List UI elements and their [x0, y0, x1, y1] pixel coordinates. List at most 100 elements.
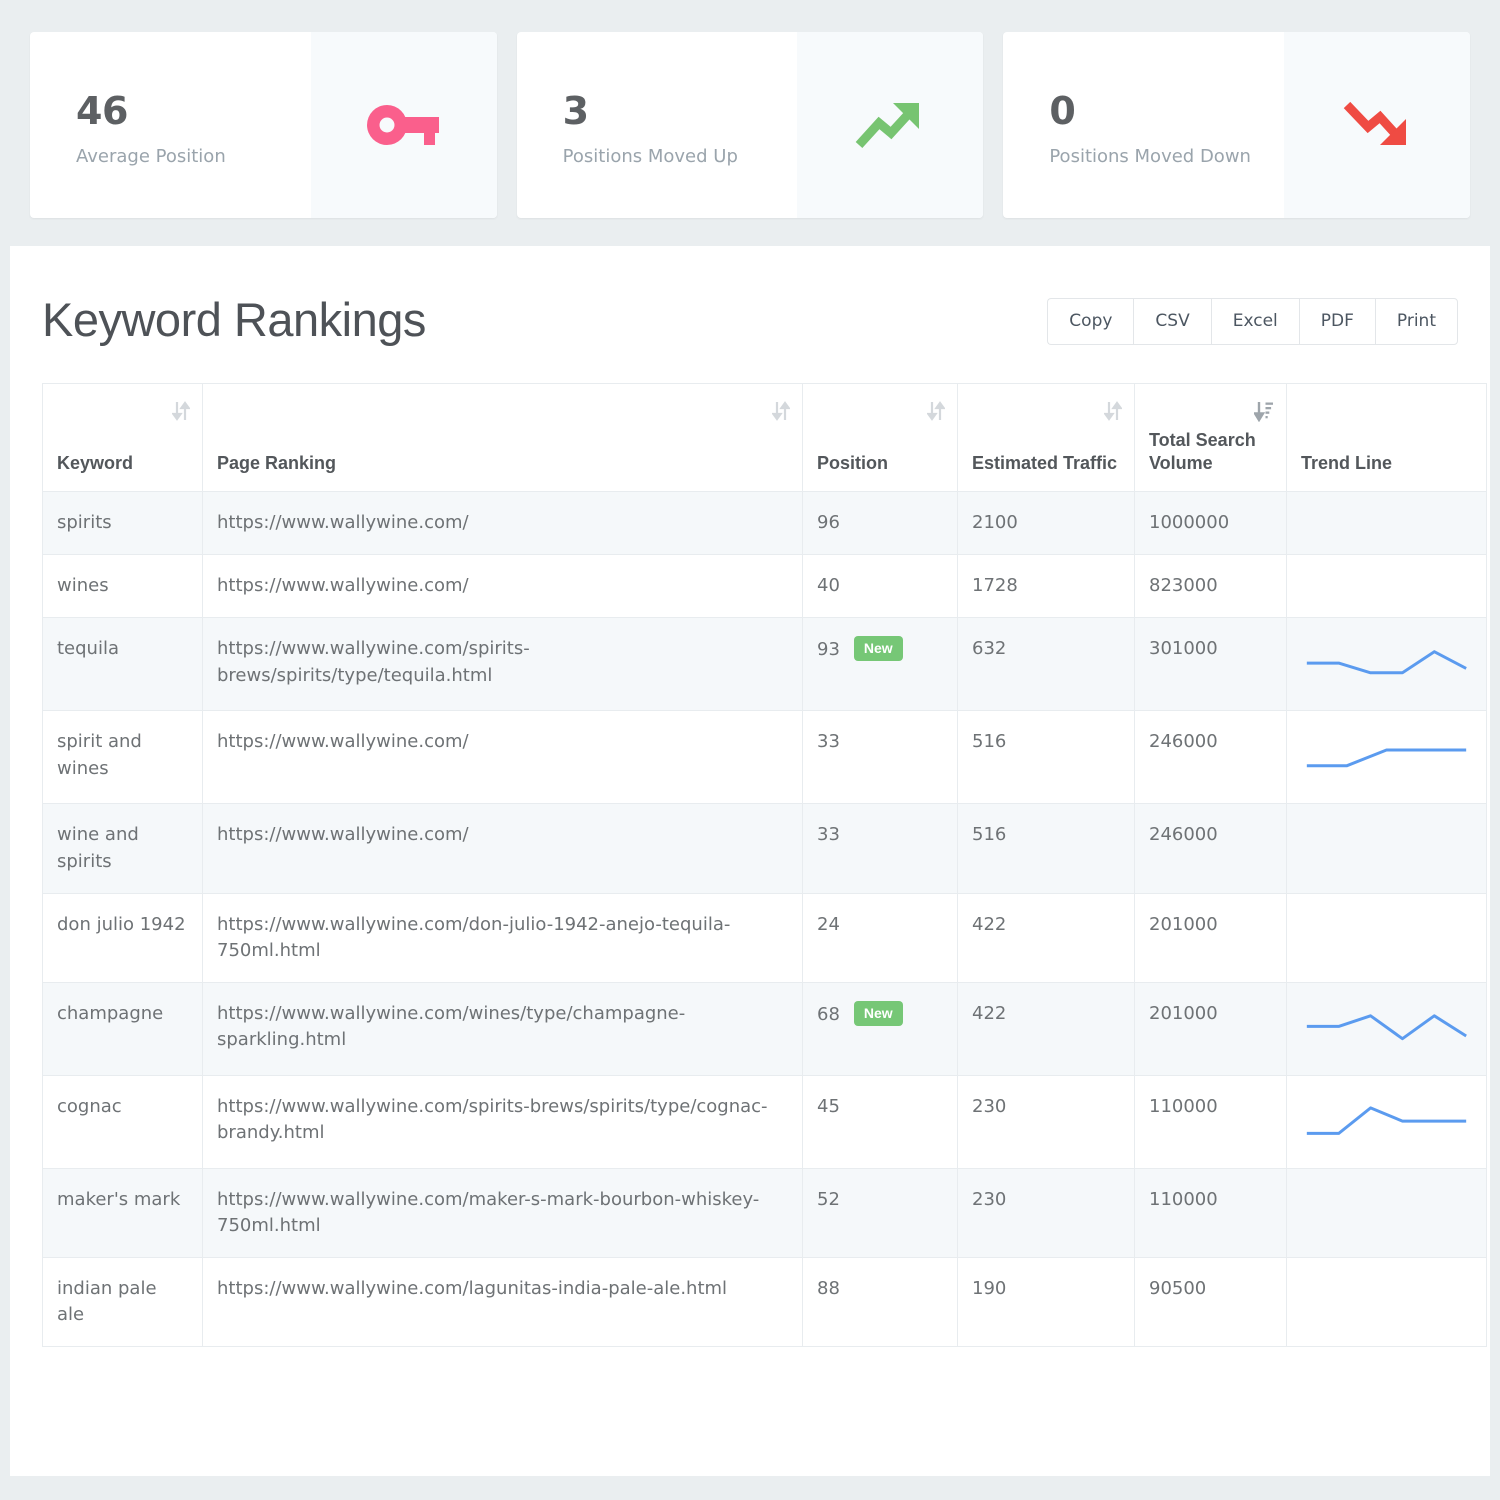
copy-button[interactable]: Copy [1047, 298, 1133, 345]
cell-keyword: maker's mark [43, 1168, 203, 1257]
cell-page-ranking-url: https://www.wallywine.com/ [203, 711, 803, 804]
cell-estimated-traffic: 2100 [958, 492, 1135, 555]
stats-strip: 46 Average Position 3 Positions Moved Up [0, 0, 1500, 246]
cell-keyword: cognac [43, 1075, 203, 1168]
sort-updown-icon[interactable] [1104, 400, 1122, 425]
cell-keyword: spirit and wines [43, 711, 203, 804]
cell-trend-line [1287, 555, 1487, 618]
table-row: maker's markhttps://www.wallywine.com/ma… [43, 1168, 1487, 1257]
stat-card-text: 46 Average Position [30, 32, 311, 218]
cell-keyword: wines [43, 555, 203, 618]
cell-total-search-volume: 246000 [1135, 804, 1287, 893]
status-badge-new: New [854, 1001, 903, 1026]
sort-updown-icon[interactable] [927, 400, 945, 425]
cell-position: 24 [803, 893, 958, 982]
column-header-page-ranking[interactable]: Page Ranking [203, 384, 803, 492]
key-icon [311, 32, 497, 218]
trend-up-icon [797, 32, 983, 218]
cell-total-search-volume: 301000 [1135, 618, 1287, 711]
cell-total-search-volume: 1000000 [1135, 492, 1287, 555]
column-header-trend-line[interactable]: Trend Line [1287, 384, 1487, 492]
stat-card-positions-moved-up: 3 Positions Moved Up [517, 32, 984, 218]
cell-page-ranking-url: https://www.wallywine.com/ [203, 555, 803, 618]
pdf-button[interactable]: PDF [1299, 298, 1375, 345]
cell-trend-line [1287, 492, 1487, 555]
cell-position: 88 [803, 1258, 958, 1347]
cell-page-ranking-url: https://www.wallywine.com/ [203, 492, 803, 555]
keyword-rankings-table: Keyword Page Ranking [42, 383, 1487, 1347]
table-row: cognachttps://www.wallywine.com/spirits-… [43, 1075, 1487, 1168]
stat-label: Average Position [76, 146, 311, 167]
column-header-label: Page Ranking [217, 453, 336, 473]
table-row: wine and spiritshttps://www.wallywine.co… [43, 804, 1487, 893]
cell-position: 96 [803, 492, 958, 555]
cell-position: 40 [803, 555, 958, 618]
cell-position: 52 [803, 1168, 958, 1257]
cell-trend-line [1287, 1258, 1487, 1347]
sort-updown-icon[interactable] [772, 400, 790, 425]
stat-label: Positions Moved Down [1049, 146, 1284, 167]
stat-label: Positions Moved Up [563, 146, 798, 167]
print-button[interactable]: Print [1375, 298, 1458, 345]
page-title: Keyword Rankings [42, 292, 426, 343]
cell-trend-line [1287, 711, 1487, 804]
csv-button[interactable]: CSV [1133, 298, 1210, 345]
status-badge-new: New [854, 636, 903, 661]
cell-trend-line [1287, 982, 1487, 1075]
cell-estimated-traffic: 632 [958, 618, 1135, 711]
cell-trend-line [1287, 618, 1487, 711]
cell-total-search-volume: 823000 [1135, 555, 1287, 618]
cell-keyword: tequila [43, 618, 203, 711]
stat-card-average-position: 46 Average Position [30, 32, 497, 218]
cell-position: 45 [803, 1075, 958, 1168]
stat-card-text: 3 Positions Moved Up [517, 32, 798, 218]
cell-trend-line [1287, 804, 1487, 893]
column-header-keyword[interactable]: Keyword [43, 384, 203, 492]
cell-trend-line [1287, 1075, 1487, 1168]
export-button-group: Copy CSV Excel PDF Print [1047, 298, 1458, 345]
table-row: spiritshttps://www.wallywine.com/9621001… [43, 492, 1487, 555]
cell-estimated-traffic: 1728 [958, 555, 1135, 618]
cell-page-ranking-url: https://www.wallywine.com/maker-s-mark-b… [203, 1168, 803, 1257]
cell-keyword: spirits [43, 492, 203, 555]
cell-page-ranking-url: https://www.wallywine.com/lagunitas-indi… [203, 1258, 803, 1347]
table-row: indian pale alehttps://www.wallywine.com… [43, 1258, 1487, 1347]
cell-keyword: champagne [43, 982, 203, 1075]
column-header-label: Keyword [57, 453, 133, 473]
cell-total-search-volume: 201000 [1135, 982, 1287, 1075]
cell-trend-line [1287, 1168, 1487, 1257]
cell-page-ranking-url: https://www.wallywine.com/ [203, 804, 803, 893]
cell-total-search-volume: 90500 [1135, 1258, 1287, 1347]
table-row: don julio 1942https://www.wallywine.com/… [43, 893, 1487, 982]
cell-position: 93New [803, 618, 958, 711]
column-header-label: Position [817, 453, 888, 473]
stat-value: 3 [563, 92, 798, 132]
stat-value: 46 [76, 92, 311, 132]
cell-position: 33 [803, 804, 958, 893]
cell-page-ranking-url: https://www.wallywine.com/spirits-brews/… [203, 1075, 803, 1168]
cell-estimated-traffic: 516 [958, 804, 1135, 893]
cell-page-ranking-url: https://www.wallywine.com/spirits-brews/… [203, 618, 803, 711]
column-header-total-search-volume[interactable]: Total Search Volume [1135, 384, 1287, 492]
cell-estimated-traffic: 422 [958, 893, 1135, 982]
cell-total-search-volume: 201000 [1135, 893, 1287, 982]
cell-trend-line [1287, 893, 1487, 982]
column-header-label: Total Search Volume [1149, 430, 1256, 473]
cell-estimated-traffic: 230 [958, 1168, 1135, 1257]
table-body: spiritshttps://www.wallywine.com/9621001… [43, 492, 1487, 1347]
trend-down-icon [1284, 32, 1470, 218]
cell-page-ranking-url: https://www.wallywine.com/wines/type/cha… [203, 982, 803, 1075]
cell-estimated-traffic: 230 [958, 1075, 1135, 1168]
sort-amount-down-icon[interactable] [1254, 400, 1274, 425]
table-header-row: Keyword Page Ranking [43, 384, 1487, 492]
column-header-estimated-traffic[interactable]: Estimated Traffic [958, 384, 1135, 492]
excel-button[interactable]: Excel [1211, 298, 1299, 345]
sort-updown-icon[interactable] [172, 400, 190, 425]
panel-header: Keyword Rankings Copy CSV Excel PDF Prin… [42, 292, 1458, 345]
table-row: spirit and wineshttps://www.wallywine.co… [43, 711, 1487, 804]
cell-total-search-volume: 110000 [1135, 1075, 1287, 1168]
table-row: champagnehttps://www.wallywine.com/wines… [43, 982, 1487, 1075]
stat-value: 0 [1049, 92, 1284, 132]
column-header-position[interactable]: Position [803, 384, 958, 492]
cell-keyword: indian pale ale [43, 1258, 203, 1347]
